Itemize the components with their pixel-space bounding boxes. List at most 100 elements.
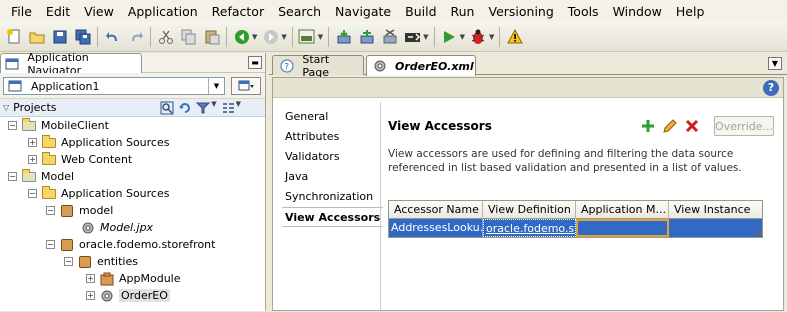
chevron-down-icon[interactable]: ▼ <box>252 33 257 41</box>
deploy-icon[interactable] <box>403 27 423 47</box>
tree-node-web-content[interactable]: + Web Content <box>0 151 265 168</box>
back-icon[interactable] <box>232 27 252 47</box>
save-icon[interactable] <box>50 27 70 47</box>
cell-view-instance[interactable] <box>669 219 762 237</box>
collapse-icon[interactable]: − <box>28 189 37 198</box>
table-row[interactable]: AddressesLooku... oracle.fodemo.stor <box>389 219 762 237</box>
column-view-instance[interactable]: View Instance <box>669 201 762 219</box>
chevron-down-icon[interactable]: ▼ <box>281 33 286 41</box>
menu-refactor[interactable]: Refactor <box>205 4 271 19</box>
tree-node-appmodule[interactable]: + AppModule <box>0 270 265 287</box>
chevron-down-icon[interactable]: ▼ <box>460 33 465 41</box>
sort-icon[interactable] <box>219 100 237 116</box>
tree-node-model[interactable]: − Model <box>0 168 265 185</box>
make-icon[interactable] <box>334 27 354 47</box>
rebuild-icon[interactable] <box>357 27 377 47</box>
debug-icon[interactable] <box>468 27 488 47</box>
chevron-down-icon[interactable]: ▼ <box>211 100 216 116</box>
nav-general[interactable]: General <box>282 107 379 127</box>
navigator-header: Application Navigator ▬ <box>0 51 265 77</box>
column-application-module[interactable]: Application M... <box>576 201 669 219</box>
refresh-icon[interactable] <box>176 100 194 116</box>
save-all-icon[interactable] <box>73 27 93 47</box>
tree-node-model-package[interactable]: − model <box>0 202 265 219</box>
chevron-down-icon[interactable]: ▼ <box>318 33 323 41</box>
new-file-icon[interactable] <box>4 27 24 47</box>
tree-node-model-jpx[interactable]: Model.jpx <box>0 219 265 236</box>
copy-icon[interactable] <box>179 27 199 47</box>
filter-icon[interactable] <box>194 100 212 116</box>
projects-bar[interactable]: ▽ Projects ▼ ▼ <box>0 99 265 117</box>
tree-node-storefront-package[interactable]: − oracle.fodemo.storefront <box>0 236 265 253</box>
expand-icon[interactable]: + <box>28 138 37 147</box>
tab-start-page[interactable]: ? Start Page <box>272 53 364 79</box>
resize-grip-icon[interactable]: ◢ <box>755 227 761 236</box>
column-view-definition[interactable]: View Definition <box>483 201 576 219</box>
collapse-icon[interactable]: − <box>8 172 17 181</box>
expand-icon[interactable]: + <box>86 274 95 283</box>
expand-icon[interactable]: + <box>28 155 37 164</box>
minimize-icon[interactable]: ▬ <box>248 56 262 69</box>
chevron-down-icon[interactable]: ▼ <box>208 78 224 94</box>
menu-window[interactable]: Window <box>606 4 669 19</box>
clean-icon[interactable] <box>380 27 400 47</box>
edit-pencil-icon[interactable] <box>659 117 681 135</box>
forward-icon[interactable] <box>261 27 281 47</box>
chevron-down-icon[interactable]: ▼ <box>236 100 241 116</box>
nav-attributes[interactable]: Attributes <box>282 127 379 147</box>
tree-node-ordereo[interactable]: + OrderEO <box>0 287 265 304</box>
nav-java[interactable]: Java <box>282 167 379 187</box>
nav-view-accessors[interactable]: View Accessors <box>282 207 383 227</box>
tree-node-application-sources[interactable]: − Application Sources <box>0 185 265 202</box>
tab-list-icon[interactable]: ▼ <box>768 57 782 70</box>
find-icon[interactable] <box>158 100 176 116</box>
warning-icon[interactable] <box>505 27 525 47</box>
tab-ordereo-xml[interactable]: OrderEO.xml <box>366 55 476 76</box>
tree-node-entities-package[interactable]: − entities <box>0 253 265 270</box>
menu-tools[interactable]: Tools <box>561 4 606 19</box>
tree-node-label: OrderEO <box>119 289 170 302</box>
navigator-tab[interactable]: Application Navigator <box>0 51 142 77</box>
menu-application[interactable]: Application <box>121 4 205 19</box>
cell-application-module[interactable] <box>576 219 669 237</box>
help-strip: ? <box>273 78 783 98</box>
column-accessor-name[interactable]: Accessor Name <box>389 201 483 219</box>
nav-validators[interactable]: Validators <box>282 147 379 167</box>
application-menu-button[interactable] <box>231 77 261 95</box>
tree-node-mobileclient[interactable]: − MobileClient <box>0 117 265 134</box>
chevron-down-icon[interactable]: ▼ <box>489 33 494 41</box>
undo-icon[interactable] <box>103 27 123 47</box>
add-icon[interactable] <box>637 117 659 135</box>
open-folder-icon[interactable] <box>27 27 47 47</box>
collapse-triangle-icon[interactable]: ▽ <box>3 103 9 112</box>
tree-node-application-sources[interactable]: + Application Sources <box>0 134 265 151</box>
nav-synchronization[interactable]: Synchronization <box>282 187 379 207</box>
run-icon[interactable] <box>439 27 459 47</box>
collapse-icon[interactable]: − <box>8 121 17 130</box>
delete-icon[interactable] <box>681 117 703 135</box>
sql-worksheet-icon[interactable] <box>297 27 317 47</box>
menu-build[interactable]: Build <box>398 4 443 19</box>
menu-run[interactable]: Run <box>444 4 482 19</box>
menu-help[interactable]: Help <box>669 4 712 19</box>
collapse-icon[interactable]: − <box>46 240 55 249</box>
collapse-icon[interactable]: − <box>64 257 73 266</box>
chevron-down-icon[interactable]: ▼ <box>423 33 428 41</box>
cut-icon[interactable] <box>156 27 176 47</box>
override-button[interactable]: Override... <box>714 116 774 136</box>
expand-icon[interactable]: + <box>86 291 95 300</box>
menu-file[interactable]: File <box>4 4 39 19</box>
menu-search[interactable]: Search <box>271 4 328 19</box>
menu-navigate[interactable]: Navigate <box>328 4 398 19</box>
menu-edit[interactable]: Edit <box>39 4 77 19</box>
collapse-icon[interactable]: − <box>46 206 55 215</box>
help-icon[interactable]: ? <box>763 80 779 96</box>
paste-icon[interactable] <box>202 27 222 47</box>
table-header: Accessor Name View Definition Applicatio… <box>389 201 762 219</box>
redo-icon[interactable] <box>126 27 146 47</box>
cell-view-definition[interactable]: oracle.fodemo.stor <box>483 219 576 237</box>
menu-view[interactable]: View <box>77 4 121 19</box>
application-select[interactable]: Application1 ▼ <box>3 77 225 95</box>
menu-versioning[interactable]: Versioning <box>481 4 560 19</box>
cell-accessor-name[interactable]: AddressesLooku... <box>389 219 483 237</box>
